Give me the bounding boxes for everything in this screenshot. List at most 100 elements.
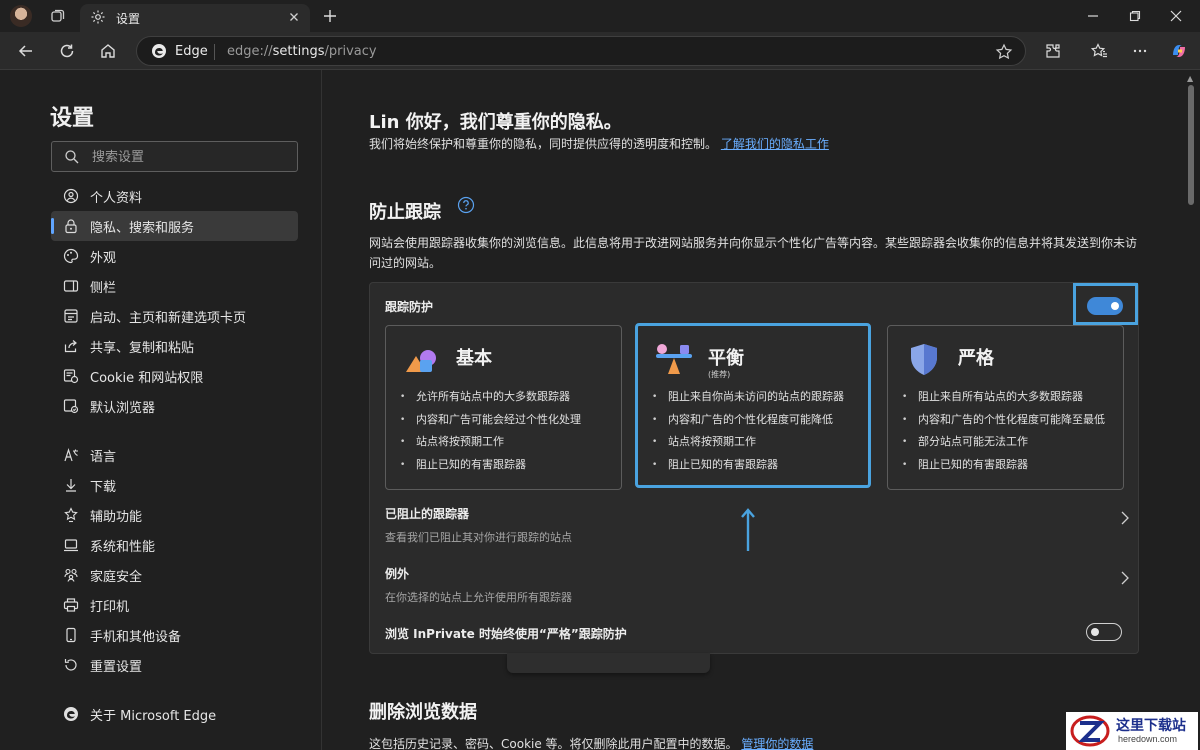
sidebar-item-label: 共享、复制和粘贴	[90, 341, 195, 356]
option-bullet: 允许所有站点中的大多数跟踪器	[400, 386, 581, 409]
row-title: 浏览 InPrivate 时始终使用“严格”跟踪防护	[385, 627, 627, 641]
tracking-option-basic[interactable]: 基本 允许所有站点中的大多数跟踪器 内容和广告可能会经过个性化处理 站点将按预期…	[385, 325, 622, 490]
home-button[interactable]	[98, 41, 118, 61]
sidebar-title: 设置	[50, 106, 95, 131]
search-input[interactable]	[92, 148, 282, 166]
balance-scale-icon	[654, 342, 694, 376]
inprivate-strict-row: 浏览 InPrivate 时始终使用“严格”跟踪防护	[385, 625, 1130, 649]
tracking-prevention-toggle[interactable]	[1087, 297, 1123, 315]
title-bar: 设置	[0, 0, 1200, 32]
url-host: settings	[272, 44, 325, 59]
profile-avatar[interactable]	[10, 5, 32, 27]
clear-desc-text: 这包括历史记录、密码、Cookie 等。将仅删除此用户配置中的数据。	[369, 737, 738, 750]
scroll-up-arrow-icon[interactable]: ▲	[1187, 74, 1195, 83]
option-bullets: 阻止来自你尚未访问的站点的跟踪器 内容和广告的个性化程度可能降低 站点将按预期工…	[652, 386, 844, 476]
sidebar-item-phone[interactable]: 手机和其他设备	[51, 620, 298, 650]
new-tab-button[interactable]	[320, 6, 340, 26]
row-title: 例外	[385, 567, 410, 581]
tracking-option-strict[interactable]: 严格 阻止来自所有站点的大多数跟踪器 内容和广告的个性化程度可能降至最低 部分站…	[887, 325, 1124, 490]
sidebar-item-printers[interactable]: 打印机	[51, 590, 298, 620]
option-bullet: 阻止已知的有害跟踪器	[902, 454, 1105, 477]
url-text[interactable]: edge://settings/privacy	[227, 44, 377, 59]
gear-icon	[90, 9, 106, 25]
sidebar-item-language[interactable]: 语言	[51, 440, 298, 470]
restore-button[interactable]	[1125, 6, 1145, 26]
sidebar-item-system[interactable]: 系统和性能	[51, 530, 298, 560]
privacy-learn-more-link[interactable]: 了解我们的隐私工作	[721, 137, 829, 151]
tracking-description: 网站会使用跟踪器收集你的浏览信息。此信息将用于改进网站服务并向你显示个性化广告等…	[369, 236, 1138, 270]
exceptions-row[interactable]: 例外 在你选择的站点上允许使用所有跟踪器	[385, 565, 1130, 615]
back-button[interactable]	[16, 41, 36, 61]
option-title: 平衡	[708, 348, 744, 369]
sidebar-item-default-browser[interactable]: 默认浏览器	[51, 391, 298, 421]
sidebar-item-downloads[interactable]: 下载	[51, 470, 298, 500]
tracking-option-balanced[interactable]: 平衡 (推荐) 阻止来自你尚未访问的站点的跟踪器 内容和广告的个性化程度可能降低…	[635, 323, 871, 488]
family-icon	[63, 567, 79, 583]
appearance-icon	[63, 248, 79, 264]
sidebar-item-label: 个人资料	[90, 191, 143, 206]
printer-icon	[63, 597, 79, 613]
option-bullet: 部分站点可能无法工作	[902, 431, 1105, 454]
tab-settings[interactable]: 设置	[80, 4, 310, 32]
sidebar-item-about[interactable]: 关于 Microsoft Edge	[51, 699, 298, 729]
address-bar[interactable]: Edge edge://settings/privacy	[136, 36, 1026, 66]
favorites-icon[interactable]	[1089, 41, 1109, 61]
scrollbar-thumb[interactable]	[1188, 85, 1194, 205]
profile-icon	[63, 188, 79, 204]
manage-data-link[interactable]: 管理你的数据	[741, 737, 813, 750]
option-bullets: 允许所有站点中的大多数跟踪器 内容和广告可能会经过个性化处理 站点将按预期工作 …	[400, 386, 581, 476]
edge-logo-icon	[63, 706, 79, 722]
sidebar-item-label: 默认浏览器	[90, 401, 156, 416]
toggle-knob	[1091, 628, 1099, 636]
sidebar-icon	[63, 278, 79, 294]
minimize-button[interactable]	[1083, 6, 1103, 26]
sidebar-item-profile[interactable]: 个人资料	[51, 181, 298, 211]
sidebar-item-cookies[interactable]: Cookie 和网站权限	[51, 361, 298, 391]
copilot-icon[interactable]	[1169, 41, 1189, 61]
chevron-right-icon	[1120, 511, 1130, 525]
sidebar-item-appearance[interactable]: 外观	[51, 241, 298, 271]
sidebar-item-startup[interactable]: 启动、主页和新建选项卡页	[51, 301, 298, 331]
close-tab-icon[interactable]	[286, 9, 302, 25]
sidebar-item-share[interactable]: 共享、复制和粘贴	[51, 331, 298, 361]
option-bullet: 阻止已知的有害跟踪器	[400, 454, 581, 477]
sidebar-item-label: 隐私、搜索和服务	[90, 221, 195, 236]
sidebar-item-label: Cookie 和网站权限	[90, 371, 204, 386]
sidebar-item-privacy[interactable]: 隐私、搜索和服务	[51, 211, 298, 241]
favorite-star-icon[interactable]	[995, 43, 1013, 61]
sidebar-item-reset[interactable]: 重置设置	[51, 650, 298, 680]
close-window-button[interactable]	[1166, 6, 1186, 26]
privacy-intro: 我们将始终保护和尊重你的隐私，同时提供应得的透明度和控制。 了解我们的隐私工作	[369, 135, 869, 154]
refresh-button[interactable]	[57, 41, 77, 61]
help-question-icon[interactable]	[457, 196, 475, 214]
row-title: 已阻止的跟踪器	[385, 507, 470, 521]
sidebar-item-family[interactable]: 家庭安全	[51, 560, 298, 590]
extensions-icon[interactable]	[1043, 41, 1063, 61]
sidebar-item-label: 下载	[90, 480, 117, 495]
settings-sidebar: 设置 个人资料 隐私、搜索和服务 外观 侧栏 启动、主页和新建选项卡页 共享、复…	[0, 70, 322, 750]
row-subtitle: 查看我们已阻止其对你进行跟踪的站点	[385, 531, 572, 544]
share-icon	[63, 338, 79, 354]
sidebar-item-sidebar[interactable]: 侧栏	[51, 271, 298, 301]
settings-search-box[interactable]	[51, 141, 298, 172]
sidebar-item-label: 家庭安全	[90, 570, 143, 585]
option-bullet: 阻止已知的有害跟踪器	[652, 454, 844, 477]
sidebar-item-label: 重置设置	[90, 660, 143, 675]
clear-data-description: 这包括历史记录、密码、Cookie 等。将仅删除此用户配置中的数据。 管理你的数…	[369, 735, 813, 750]
blocked-trackers-row[interactable]: 已阻止的跟踪器 查看我们已阻止其对你进行跟踪的站点	[385, 505, 1130, 555]
inprivate-strict-toggle[interactable]	[1086, 623, 1122, 641]
sidebar-item-label: 辅助功能	[90, 510, 143, 525]
annotation-arrow-up	[741, 507, 755, 553]
sidebar-item-label: 侧栏	[90, 281, 117, 296]
watermark-logo-icon	[1070, 714, 1110, 748]
tracking-prevention-card: 跟踪防护 基本 允许所有站点中的大多数跟踪器 内容和广告可能会经过个性化处理 站…	[369, 282, 1139, 654]
more-menu-icon[interactable]	[1130, 41, 1150, 61]
home-tabs-icon	[63, 308, 79, 324]
tracking-section-title: 防止跟踪	[369, 202, 441, 223]
option-bullet: 阻止来自所有站点的大多数跟踪器	[902, 386, 1105, 409]
sidebar-item-label: 关于 Microsoft Edge	[90, 709, 217, 724]
sidebar-item-accessibility[interactable]: 辅助功能	[51, 500, 298, 530]
phone-icon	[63, 627, 79, 643]
workspaces-icon[interactable]	[48, 6, 68, 26]
option-bullet: 内容和广告可能会经过个性化处理	[400, 409, 581, 432]
